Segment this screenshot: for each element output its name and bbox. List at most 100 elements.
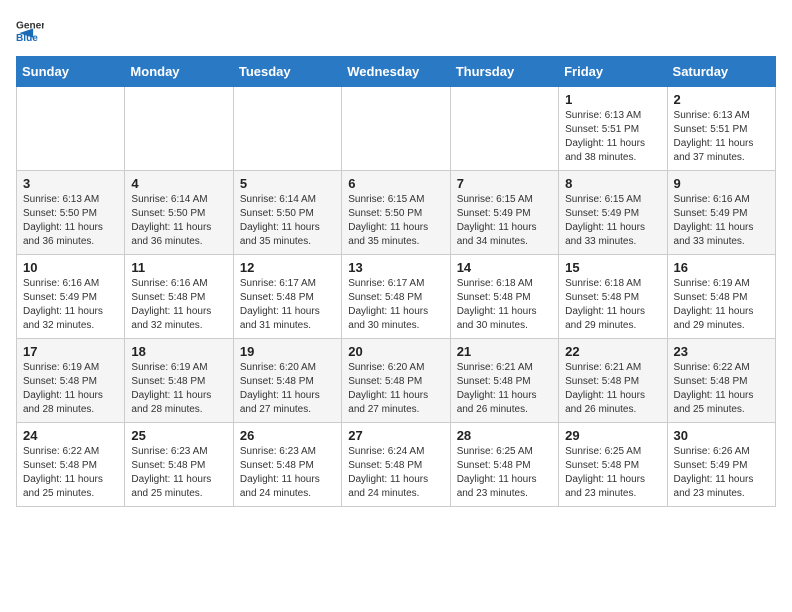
calendar-cell: 8 Sunrise: 6:15 AM Sunset: 5:49 PM Daylig… <box>559 171 667 255</box>
week-row-5: 24 Sunrise: 6:22 AM Sunset: 5:48 PM Dayli… <box>17 423 776 507</box>
calendar-cell: 12 Sunrise: 6:17 AM Sunset: 5:48 PM Dayli… <box>233 255 341 339</box>
day-info: Sunrise: 6:15 AM Sunset: 5:49 PM Dayligh… <box>457 193 552 249</box>
calendar-cell: 9 Sunrise: 6:16 AM Sunset: 5:49 PM Daylig… <box>667 171 775 255</box>
day-info: Sunrise: 6:22 AM Sunset: 5:48 PM Dayligh… <box>674 361 769 417</box>
calendar-cell: 2 Sunrise: 6:13 AM Sunset: 5:51 PM Daylig… <box>667 87 775 171</box>
day-info: Sunrise: 6:19 AM Sunset: 5:48 PM Dayligh… <box>23 361 118 417</box>
logo-icon: General Blue <box>16 16 44 44</box>
weekday-sunday: Sunday <box>17 57 125 87</box>
calendar-cell: 21Sunrise: 6:21 AM Sunset: 5:48 PM Dayli… <box>450 339 558 423</box>
day-number: 12 <box>240 260 335 275</box>
day-number: 7 <box>457 176 552 191</box>
day-number: 4 <box>131 176 226 191</box>
day-number: 24 <box>23 428 118 443</box>
calendar-cell: 27 Sunrise: 6:24 AM Sunset: 5:48 PM Dayli… <box>342 423 450 507</box>
day-number: 19 <box>240 344 335 359</box>
weekday-friday: Friday <box>559 57 667 87</box>
day-info: Sunrise: 6:18 AM Sunset: 5:48 PM Dayligh… <box>457 277 552 333</box>
weekday-wednesday: Wednesday <box>342 57 450 87</box>
day-info: Sunrise: 6:16 AM Sunset: 5:48 PM Dayligh… <box>131 277 226 333</box>
calendar-cell: 19 Sunrise: 6:20 AM Sunset: 5:48 PM Dayli… <box>233 339 341 423</box>
calendar-cell: 24 Sunrise: 6:22 AM Sunset: 5:48 PM Dayli… <box>17 423 125 507</box>
day-info: Sunrise: 6:23 AM Sunset: 5:48 PM Dayligh… <box>131 445 226 501</box>
weekday-thursday: Thursday <box>450 57 558 87</box>
day-info: Sunrise: 6:26 AM Sunset: 5:49 PM Dayligh… <box>674 445 769 501</box>
calendar-cell: 5 Sunrise: 6:14 AM Sunset: 5:50 PM Daylig… <box>233 171 341 255</box>
day-info: Sunrise: 6:21 AM Sunset: 5:48 PM Dayligh… <box>565 361 660 417</box>
day-number: 26 <box>240 428 335 443</box>
calendar-cell <box>450 87 558 171</box>
day-info: Sunrise: 6:14 AM Sunset: 5:50 PM Dayligh… <box>131 193 226 249</box>
day-info: Sunrise: 6:15 AM Sunset: 5:50 PM Dayligh… <box>348 193 443 249</box>
calendar-cell: 13 Sunrise: 6:17 AM Sunset: 5:48 PM Dayli… <box>342 255 450 339</box>
weekday-monday: Monday <box>125 57 233 87</box>
day-info: Sunrise: 6:15 AM Sunset: 5:49 PM Dayligh… <box>565 193 660 249</box>
calendar-cell <box>17 87 125 171</box>
day-number: 3 <box>23 176 118 191</box>
calendar: SundayMondayTuesdayWednesdayThursdayFrid… <box>16 56 776 507</box>
week-row-4: 17 Sunrise: 6:19 AM Sunset: 5:48 PM Dayli… <box>17 339 776 423</box>
day-number: 30 <box>674 428 769 443</box>
day-number: 18 <box>131 344 226 359</box>
day-number: 23 <box>674 344 769 359</box>
day-info: Sunrise: 6:13 AM Sunset: 5:51 PM Dayligh… <box>565 109 660 165</box>
day-number: 16 <box>674 260 769 275</box>
calendar-cell: 4 Sunrise: 6:14 AM Sunset: 5:50 PM Daylig… <box>125 171 233 255</box>
day-info: Sunrise: 6:14 AM Sunset: 5:50 PM Dayligh… <box>240 193 335 249</box>
calendar-cell: 3 Sunrise: 6:13 AM Sunset: 5:50 PM Daylig… <box>17 171 125 255</box>
day-number: 25 <box>131 428 226 443</box>
calendar-cell: 28Sunrise: 6:25 AM Sunset: 5:48 PM Dayli… <box>450 423 558 507</box>
calendar-cell: 15 Sunrise: 6:18 AM Sunset: 5:48 PM Dayli… <box>559 255 667 339</box>
calendar-cell: 10 Sunrise: 6:16 AM Sunset: 5:49 PM Dayli… <box>17 255 125 339</box>
day-info: Sunrise: 6:18 AM Sunset: 5:48 PM Dayligh… <box>565 277 660 333</box>
day-info: Sunrise: 6:13 AM Sunset: 5:51 PM Dayligh… <box>674 109 769 165</box>
day-info: Sunrise: 6:19 AM Sunset: 5:48 PM Dayligh… <box>674 277 769 333</box>
day-number: 13 <box>348 260 443 275</box>
day-info: Sunrise: 6:21 AM Sunset: 5:48 PM Dayligh… <box>457 361 552 417</box>
day-number: 2 <box>674 92 769 107</box>
calendar-cell: 7 Sunrise: 6:15 AM Sunset: 5:49 PM Daylig… <box>450 171 558 255</box>
week-row-1: 1 Sunrise: 6:13 AM Sunset: 5:51 PM Daylig… <box>17 87 776 171</box>
day-number: 9 <box>674 176 769 191</box>
day-info: Sunrise: 6:16 AM Sunset: 5:49 PM Dayligh… <box>674 193 769 249</box>
day-number: 8 <box>565 176 660 191</box>
day-info: Sunrise: 6:13 AM Sunset: 5:50 PM Dayligh… <box>23 193 118 249</box>
day-info: Sunrise: 6:23 AM Sunset: 5:48 PM Dayligh… <box>240 445 335 501</box>
day-number: 15 <box>565 260 660 275</box>
day-number: 22 <box>565 344 660 359</box>
day-info: Sunrise: 6:25 AM Sunset: 5:48 PM Dayligh… <box>565 445 660 501</box>
day-info: Sunrise: 6:17 AM Sunset: 5:48 PM Dayligh… <box>348 277 443 333</box>
weekday-tuesday: Tuesday <box>233 57 341 87</box>
weekday-header-row: SundayMondayTuesdayWednesdayThursdayFrid… <box>17 57 776 87</box>
calendar-cell: 14 Sunrise: 6:18 AM Sunset: 5:48 PM Dayli… <box>450 255 558 339</box>
day-info: Sunrise: 6:24 AM Sunset: 5:48 PM Dayligh… <box>348 445 443 501</box>
day-number: 27 <box>348 428 443 443</box>
day-number: 10 <box>23 260 118 275</box>
day-number: 28 <box>457 428 552 443</box>
calendar-body: 1 Sunrise: 6:13 AM Sunset: 5:51 PM Daylig… <box>17 87 776 507</box>
calendar-cell: 23 Sunrise: 6:22 AM Sunset: 5:48 PM Dayli… <box>667 339 775 423</box>
day-number: 17 <box>23 344 118 359</box>
calendar-cell <box>125 87 233 171</box>
calendar-cell: 22 Sunrise: 6:21 AM Sunset: 5:48 PM Dayli… <box>559 339 667 423</box>
logo: General Blue <box>16 16 48 44</box>
day-number: 20 <box>348 344 443 359</box>
day-info: Sunrise: 6:20 AM Sunset: 5:48 PM Dayligh… <box>240 361 335 417</box>
calendar-cell: 20Sunrise: 6:20 AM Sunset: 5:48 PM Dayli… <box>342 339 450 423</box>
week-row-3: 10 Sunrise: 6:16 AM Sunset: 5:49 PM Dayli… <box>17 255 776 339</box>
day-info: Sunrise: 6:19 AM Sunset: 5:48 PM Dayligh… <box>131 361 226 417</box>
calendar-cell <box>342 87 450 171</box>
day-number: 6 <box>348 176 443 191</box>
calendar-cell: 16 Sunrise: 6:19 AM Sunset: 5:48 PM Dayli… <box>667 255 775 339</box>
day-number: 5 <box>240 176 335 191</box>
calendar-cell: 26 Sunrise: 6:23 AM Sunset: 5:48 PM Dayli… <box>233 423 341 507</box>
calendar-cell <box>233 87 341 171</box>
calendar-cell: 18 Sunrise: 6:19 AM Sunset: 5:48 PM Dayli… <box>125 339 233 423</box>
day-info: Sunrise: 6:16 AM Sunset: 5:49 PM Dayligh… <box>23 277 118 333</box>
day-number: 1 <box>565 92 660 107</box>
day-number: 14 <box>457 260 552 275</box>
calendar-cell: 1 Sunrise: 6:13 AM Sunset: 5:51 PM Daylig… <box>559 87 667 171</box>
day-info: Sunrise: 6:17 AM Sunset: 5:48 PM Dayligh… <box>240 277 335 333</box>
day-info: Sunrise: 6:22 AM Sunset: 5:48 PM Dayligh… <box>23 445 118 501</box>
page-header: General Blue <box>16 16 776 44</box>
